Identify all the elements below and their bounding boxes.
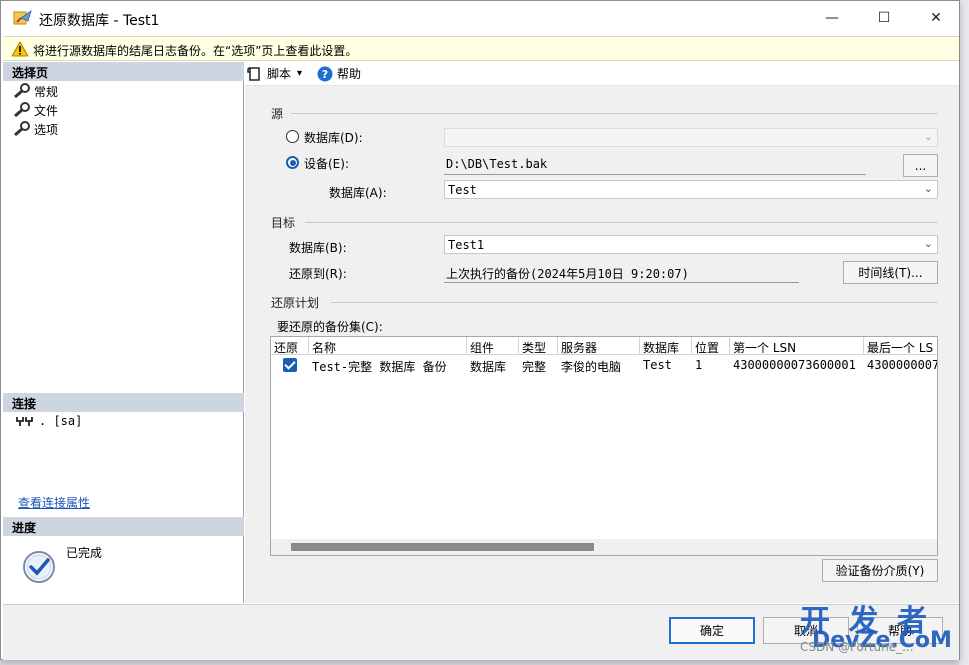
minimize-button[interactable]: —: [809, 1, 855, 35]
page-item-options[interactable]: 选项: [13, 120, 58, 138]
restore-plan-divider: [331, 302, 938, 303]
dropdown-arrow-icon: ▾: [297, 68, 303, 79]
cell-type: 完整: [522, 360, 547, 374]
target-database-select[interactable]: Test1 ⌄: [444, 235, 938, 254]
grid-header-row: 还原 名称 组件 类型 服务器 数据库 位置 第一个 LSN 最后一个 LS: [271, 337, 937, 355]
wrench-icon: [14, 83, 30, 99]
help-toolbar-button[interactable]: ? 帮助: [317, 65, 361, 82]
source-database-option-label: 数据库(D):: [304, 131, 363, 145]
connection-value: . [sa]: [39, 414, 83, 428]
column-header-type[interactable]: 类型: [519, 337, 558, 355]
column-header-database[interactable]: 数据库: [640, 337, 692, 355]
source-group-label: 源: [271, 107, 284, 121]
connection-entry: . [sa]: [15, 414, 82, 428]
source-database-combo: ⌄: [444, 128, 938, 147]
help-label: 帮助: [337, 67, 362, 81]
page-item-files[interactable]: 文件: [13, 101, 58, 119]
cell-position: 1: [695, 358, 703, 372]
target-divider: [305, 222, 938, 223]
cell-name: Test-完整 数据库 备份: [312, 360, 447, 374]
right-pane: 脚本 ▾ ? 帮助 源 数据库(D): ⌄ 设备(E): D:\DB\Test.…: [245, 62, 959, 603]
source-database-select[interactable]: Test ⌄: [444, 180, 938, 199]
warning-bar: 将进行源数据库的结尾日志备份。在“选项”页上查看此设置。: [3, 36, 959, 61]
cell-last-lsn: 4300000007: [867, 358, 938, 372]
checkmark-circle-icon: [23, 551, 55, 583]
close-button[interactable]: ✕: [913, 1, 959, 35]
toolbar: 脚本 ▾ ? 帮助: [245, 62, 959, 86]
chevron-down-icon: ⌄: [923, 130, 933, 143]
close-icon: ✕: [930, 10, 942, 26]
wrench-icon: [14, 102, 30, 118]
restore-to-field: 上次执行的备份(2024年5月10日 9:20:07): [444, 262, 799, 283]
help-icon: ?: [317, 66, 333, 81]
column-header-server[interactable]: 服务器: [558, 337, 640, 355]
cell-database: Test: [643, 358, 672, 372]
page-item-general[interactable]: 常规: [13, 82, 58, 100]
restore-plan-group-label: 还原计划: [271, 296, 320, 310]
wrench-icon: [14, 121, 30, 137]
horizontal-scrollbar[interactable]: [271, 539, 937, 555]
progress-header: 进度: [3, 517, 244, 536]
ok-button[interactable]: 确定: [669, 617, 755, 644]
backup-sets-label: 要还原的备份集(C):: [277, 320, 383, 334]
warning-message: 将进行源数据库的结尾日志备份。在“选项”页上查看此设置。: [33, 44, 358, 58]
warning-icon: [11, 41, 29, 57]
radio-source-device[interactable]: [286, 156, 299, 169]
source-divider: [291, 113, 938, 114]
target-database-value: Test1: [448, 238, 485, 252]
radio-source-database[interactable]: [286, 130, 299, 143]
window-title: 还原数据库 - Test1: [39, 13, 160, 29]
cell-server: 李俊的电脑: [561, 360, 622, 374]
page-item-label: 文件: [34, 103, 59, 118]
cell-component: 数据库: [470, 360, 507, 374]
browse-device-button[interactable]: ...: [903, 154, 938, 177]
column-header-component[interactable]: 组件: [467, 337, 519, 355]
column-header-last-lsn[interactable]: 最后一个 LS: [864, 337, 937, 355]
target-database-label: 数据库(B):: [289, 241, 347, 255]
chevron-down-icon: ⌄: [923, 237, 933, 250]
script-icon: [247, 66, 260, 81]
background-edge: [959, 0, 969, 665]
restore-checkbox[interactable]: [283, 358, 297, 372]
cell-first-lsn: 43000000073600001: [733, 358, 856, 372]
script-label: 脚本: [267, 67, 292, 81]
device-path-field[interactable]: D:\DB\Test.bak: [444, 154, 866, 175]
table-row[interactable]: Test-完整 数据库 备份 数据库 完整 李俊的电脑 Test 1 43000…: [271, 356, 938, 375]
minimize-icon: —: [825, 10, 839, 26]
watermark-credit: CSDN @Fortune_...: [800, 640, 914, 654]
left-pane: 选择页 常规 文件 选项 连接 . [sa] 查看连接属性 进度 已完成: [3, 62, 244, 603]
script-button[interactable]: 脚本 ▾: [247, 65, 302, 82]
source-database-value: Test: [448, 183, 477, 197]
column-header-position[interactable]: 位置: [692, 337, 730, 355]
connection-plug-icon: [16, 417, 33, 426]
connection-header: 连接: [3, 393, 244, 412]
backup-sets-grid[interactable]: 还原 名称 组件 类型 服务器 数据库 位置 第一个 LSN 最后一个 LS T…: [270, 336, 938, 556]
select-page-header: 选择页: [3, 62, 244, 81]
scrollbar-thumb[interactable]: [291, 543, 594, 551]
restore-to-label: 还原到(R):: [289, 267, 347, 281]
column-header-name[interactable]: 名称: [309, 337, 467, 355]
verify-backup-media-button[interactable]: 验证备份介质(Y): [822, 559, 938, 582]
svg-text:?: ?: [322, 68, 328, 81]
title-bar: 还原数据库 - Test1 — ☐ ✕: [1, 1, 959, 35]
source-device-option-label: 设备(E):: [304, 157, 349, 171]
page-item-label: 选项: [34, 122, 59, 137]
column-header-restore[interactable]: 还原: [271, 337, 309, 355]
target-group-label: 目标: [271, 216, 296, 230]
source-database-label: 数据库(A):: [329, 186, 387, 200]
chevron-down-icon: ⌄: [923, 182, 933, 195]
restore-checkbox-cell[interactable]: [271, 356, 309, 375]
column-header-first-lsn[interactable]: 第一个 LSN: [730, 337, 864, 355]
page-item-label: 常规: [34, 84, 59, 99]
progress-status: 已完成: [66, 546, 103, 560]
view-connection-properties-link[interactable]: 查看连接属性: [18, 494, 90, 511]
timeline-button[interactable]: 时间线(T)...: [843, 261, 938, 284]
maximize-icon: ☐: [877, 10, 891, 26]
maximize-button[interactable]: ☐: [861, 1, 907, 35]
restore-database-dialog: 还原数据库 - Test1 — ☐ ✕ 将进行源数据库的结尾日志备份。在“选项”…: [0, 0, 960, 660]
restore-database-icon: [13, 10, 32, 25]
